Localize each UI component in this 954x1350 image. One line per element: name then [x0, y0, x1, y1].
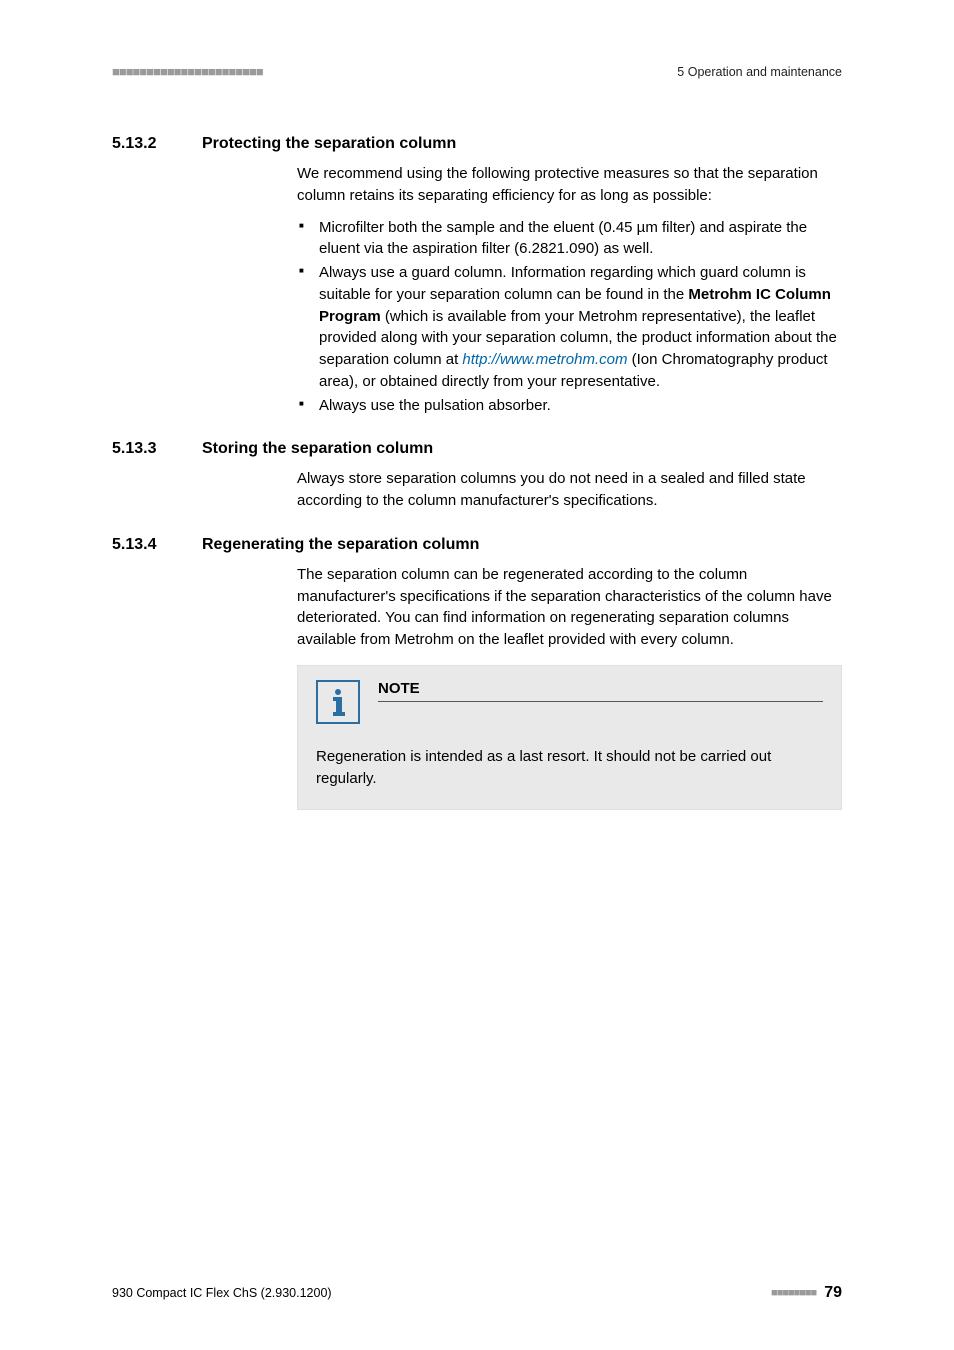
footer-dashes: ■■■■■■■■ [771, 1287, 816, 1299]
section-5-13-2: 5.13.2 Protecting the separation column … [112, 135, 842, 416]
list-item: Always use the pulsation absorber. [297, 395, 842, 417]
list-item: Always use a guard column. Information r… [297, 262, 842, 393]
note-label: NOTE [378, 680, 823, 702]
metrohm-link[interactable]: http://www.metrohm.com [462, 351, 627, 368]
info-icon [316, 680, 360, 724]
list-item-text: Always use the pulsation absorber. [319, 397, 551, 414]
page-number: 79 [824, 1284, 842, 1302]
section-number: 5.13.2 [112, 135, 202, 153]
header-chapter: 5 Operation and maintenance [677, 65, 842, 79]
section-title: Regenerating the separation column [202, 536, 479, 554]
list-item-text: Microfilter both the sample and the elue… [319, 219, 807, 258]
section-body: We recommend using the following protect… [297, 163, 842, 416]
body-paragraph: The separation column can be regenerated… [297, 564, 842, 651]
info-glyph-icon [328, 688, 348, 716]
footer: 930 Compact IC Flex ChS (2.930.1200) ■■■… [112, 1284, 842, 1302]
section-number: 5.13.3 [112, 440, 202, 458]
header-bar: ■■■■■■■■■■■■■■■■■■■■■■ 5 Operation and m… [112, 64, 842, 79]
body-paragraph: Always store separation columns you do n… [297, 468, 842, 512]
list-item: Microfilter both the sample and the elue… [297, 217, 842, 261]
section-number: 5.13.4 [112, 536, 202, 554]
section-heading-row: 5.13.2 Protecting the separation column [112, 135, 842, 153]
footer-right: ■■■■■■■■ 79 [771, 1284, 842, 1302]
section-heading-row: 5.13.4 Regenerating the separation colum… [112, 536, 842, 554]
note-text: Regeneration is intended as a last resor… [316, 746, 823, 790]
section-title: Storing the separation column [202, 440, 433, 458]
note-block: NOTE Regeneration is intended as a last … [297, 665, 842, 811]
section-body: The separation column can be regenerated… [297, 564, 842, 651]
note-title-wrap: NOTE [378, 680, 823, 702]
intro-paragraph: We recommend using the following protect… [297, 163, 842, 207]
note-header-row: NOTE [316, 680, 823, 724]
section-5-13-3: 5.13.3 Storing the separation column Alw… [112, 440, 842, 512]
header-dashes: ■■■■■■■■■■■■■■■■■■■■■■ [112, 64, 263, 79]
section-heading-row: 5.13.3 Storing the separation column [112, 440, 842, 458]
footer-doc-id: 930 Compact IC Flex ChS (2.930.1200) [112, 1286, 332, 1300]
page: ■■■■■■■■■■■■■■■■■■■■■■ 5 Operation and m… [0, 0, 954, 1350]
bullet-list: Microfilter both the sample and the elue… [297, 217, 842, 417]
section-5-13-4: 5.13.4 Regenerating the separation colum… [112, 536, 842, 811]
section-title: Protecting the separation column [202, 135, 456, 153]
section-body: Always store separation columns you do n… [297, 468, 842, 512]
